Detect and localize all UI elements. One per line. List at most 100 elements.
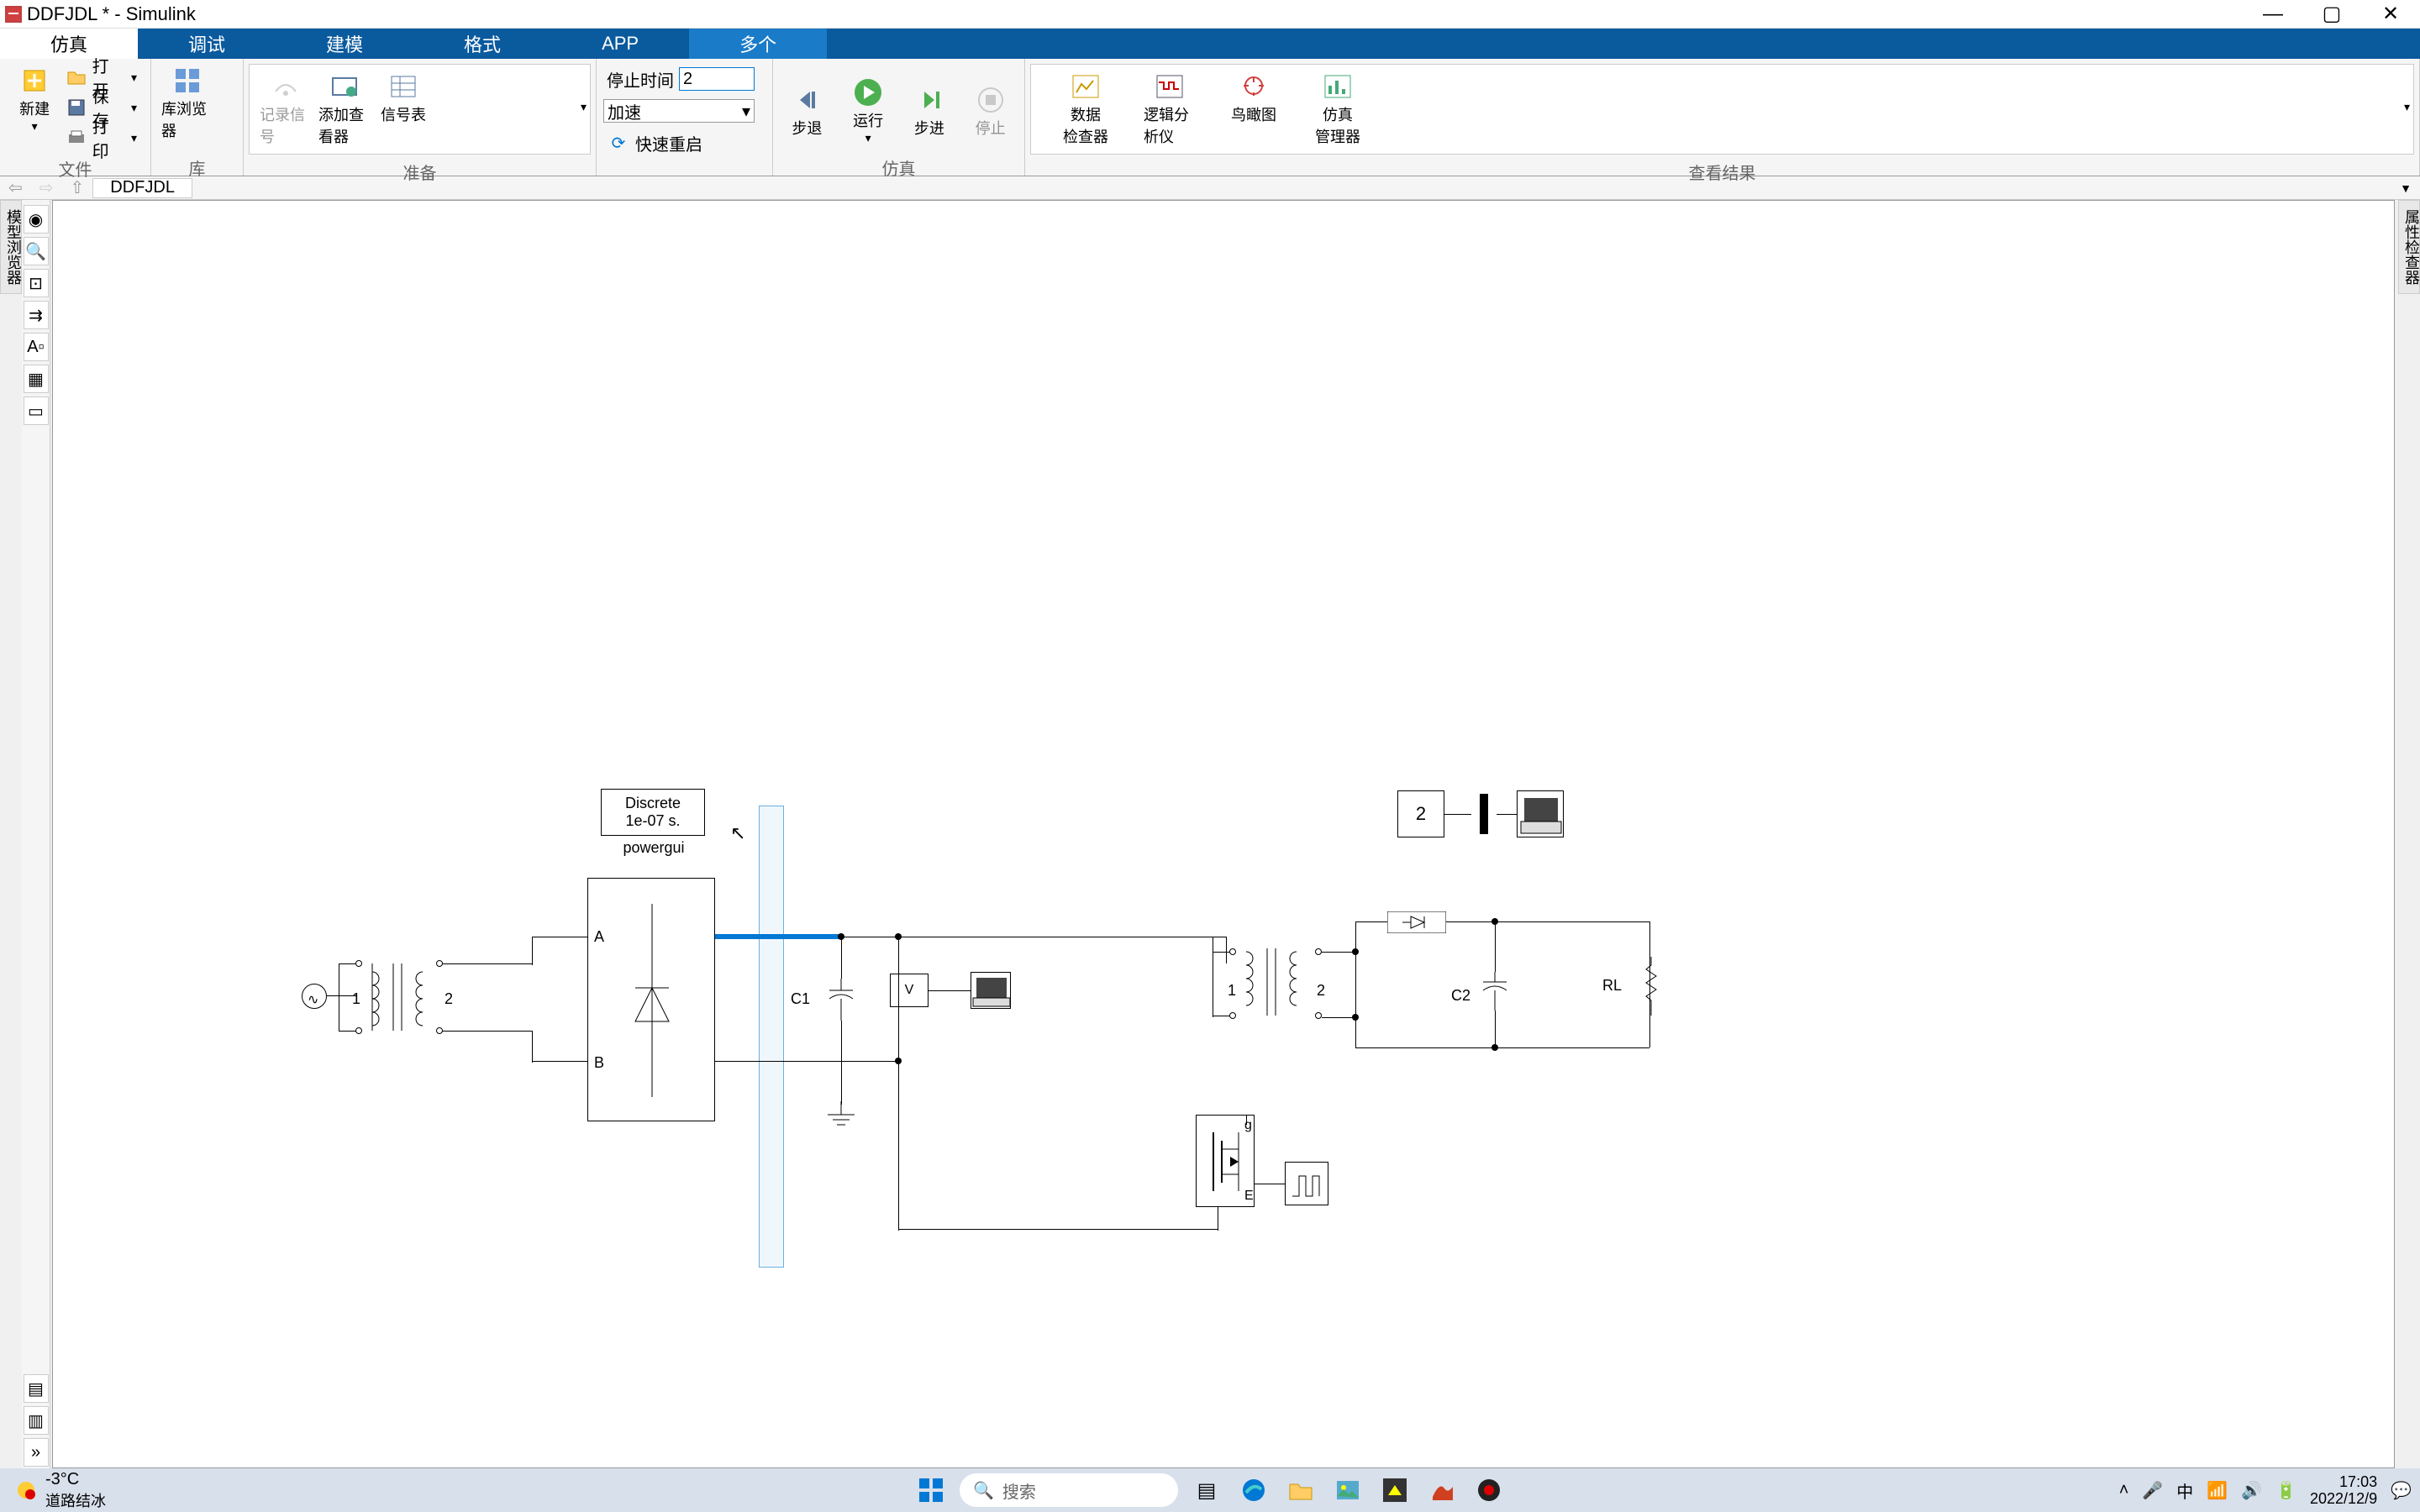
tab-app[interactable]: APP [551, 29, 689, 59]
canvas[interactable]: Discrete 1e-07 s. powergui ↖ ∿ 1 2 A B [52, 200, 2395, 1468]
step-back-button[interactable]: 步退 [780, 81, 834, 142]
search-icon: 🔍 [973, 1480, 994, 1501]
add-viewer-button[interactable]: 添加查看器 [315, 68, 374, 150]
chart-icon [1071, 71, 1101, 102]
model-prop-button[interactable]: ▥ [24, 1406, 49, 1435]
constant-block[interactable]: 2 [1397, 790, 1444, 837]
data-inspector-button[interactable]: 数据 检查器 [1056, 68, 1115, 150]
ground-block[interactable] [826, 1101, 856, 1135]
restart-icon: ⟳ [607, 131, 630, 155]
photos-button[interactable] [1329, 1472, 1366, 1509]
birdseye-button[interactable]: 鸟瞰图 [1224, 68, 1283, 129]
sim-mode-select[interactable]: 加速▾ [603, 99, 755, 123]
voltmeter-block[interactable]: V [890, 974, 929, 1007]
maximize-button[interactable]: ▢ [2302, 0, 2361, 29]
fit-button[interactable]: ⊡ [24, 269, 49, 297]
rl-block[interactable] [1643, 957, 1660, 1016]
start-button[interactable] [913, 1472, 950, 1509]
tray-overflow-button[interactable]: ˄ [2119, 1481, 2129, 1500]
print-button[interactable]: 打印▾ [62, 123, 144, 153]
explorer-button[interactable] [1282, 1472, 1319, 1509]
tray-mic-icon[interactable]: 🎤 [2142, 1480, 2163, 1501]
library-icon [172, 66, 203, 96]
fast-restart-button[interactable]: ⟳快速重启 [603, 128, 758, 158]
new-button[interactable]: 新建 ▾ [7, 62, 62, 137]
image-button[interactable]: ▦ [24, 365, 49, 393]
powergui-block[interactable]: Discrete 1e-07 s. [601, 789, 705, 836]
c2-block[interactable] [1480, 972, 1510, 1011]
tray-battery-icon[interactable]: 🔋 [2275, 1480, 2296, 1501]
close-button[interactable]: ✕ [2361, 0, 2420, 29]
app6-button[interactable] [1470, 1472, 1507, 1509]
tab-model[interactable]: 建模 [276, 29, 413, 59]
prepare-expand-button[interactable]: ▾ [581, 100, 587, 114]
tray-notifications-icon[interactable]: 💬 [2391, 1480, 2412, 1501]
selection-rectangle [759, 806, 784, 1268]
property-inspector-tab[interactable]: 属性检查器 [2398, 200, 2420, 294]
breadcrumb[interactable]: DDFJDL [92, 178, 192, 198]
play-icon [853, 77, 883, 108]
add-viewer-label: 添加查看器 [318, 103, 371, 147]
save-icon [66, 96, 87, 119]
stoptime-input[interactable] [679, 67, 755, 91]
more-button[interactable]: » [24, 1438, 49, 1467]
weather-widget[interactable]: -3°C 道路结冰 [0, 1470, 119, 1511]
window-title: DDFJDL * - Simulink [27, 3, 2244, 25]
step-forward-button[interactable]: 步进 [902, 81, 957, 142]
run-button[interactable]: 运行▾ [841, 74, 896, 149]
selected-wire[interactable] [715, 934, 841, 939]
powergui-label: powergui [616, 839, 692, 857]
step-back-icon [792, 85, 822, 115]
tray-wifi-icon[interactable]: 📶 [2207, 1480, 2228, 1501]
group-results-label: 查看结果 [1025, 160, 2419, 180]
edge-button[interactable] [1235, 1472, 1272, 1509]
fast-restart-label: 快速重启 [635, 131, 702, 155]
logic-analyzer-label: 逻辑分析仪 [1144, 103, 1196, 147]
sim-manager-button[interactable]: 仿真 管理器 [1308, 68, 1367, 150]
nav-up-button[interactable]: ⇧ [62, 177, 93, 198]
nav-back-button[interactable]: ⇦ [0, 177, 31, 198]
mux-block[interactable] [1471, 794, 1497, 834]
hide-show-button[interactable]: ◉ [24, 205, 49, 234]
scope2-block[interactable] [1517, 790, 1564, 837]
c1-block[interactable] [826, 979, 856, 1021]
log-signal-button: 记录信号 [256, 68, 315, 150]
tab-more[interactable]: 多个 [689, 29, 827, 59]
pulse-gen-block[interactable] [1285, 1162, 1328, 1205]
annotation-button[interactable]: A▫ [24, 333, 49, 361]
log-signal-label: 记录信号 [260, 103, 312, 147]
results-expand-button[interactable]: ▾ [2404, 100, 2410, 114]
taskview-button[interactable]: ▤ [1188, 1472, 1225, 1509]
tab-debug[interactable]: 调试 [138, 29, 276, 59]
logic-analyzer-button[interactable]: 逻辑分析仪 [1140, 68, 1199, 150]
transformer1-block[interactable] [355, 955, 448, 1039]
transformer2-block[interactable] [1229, 943, 1322, 1027]
path-expand-button[interactable]: ▼ [2391, 181, 2420, 195]
sample-time-button[interactable]: ⇉ [24, 301, 49, 329]
zoom-button[interactable]: 🔍 [24, 237, 49, 265]
tab-format[interactable]: 格式 [413, 29, 551, 59]
area-button[interactable]: ▭ [24, 396, 49, 425]
taskbar-search[interactable]: 🔍搜索 [960, 1473, 1178, 1507]
scope1-block[interactable] [971, 972, 1011, 1009]
group-file-label: 文件 [0, 156, 150, 176]
print-icon [66, 126, 87, 150]
tray-volume-icon[interactable]: 🔊 [2241, 1480, 2262, 1501]
rectifier-block[interactable] [587, 878, 715, 1121]
library-browser-button[interactable]: 库浏览器 [158, 62, 217, 144]
print-label: 打印 [92, 113, 123, 162]
ac-source-block[interactable]: ∿ [302, 984, 327, 1009]
tray-clock[interactable]: 17:03 2022/12/9 [2310, 1473, 2377, 1507]
matlab-button[interactable] [1423, 1472, 1460, 1509]
diode-block[interactable] [1387, 911, 1446, 933]
stop-label: 停止 [976, 117, 1006, 139]
nav-fwd-button[interactable]: ⇨ [31, 177, 62, 198]
group-prepare-label: 准备 [244, 160, 596, 180]
signal-table-button[interactable]: 信号表 [374, 68, 433, 129]
viewmark-button[interactable]: ▤ [24, 1374, 49, 1403]
minimize-button[interactable]: — [2244, 0, 2302, 29]
tray-ime[interactable]: 中 [2176, 1478, 2193, 1503]
app4-button[interactable] [1376, 1472, 1413, 1509]
model-browser-tab[interactable]: 模型浏览器 [0, 200, 22, 294]
weather-text: 道路结冰 [45, 1489, 106, 1511]
